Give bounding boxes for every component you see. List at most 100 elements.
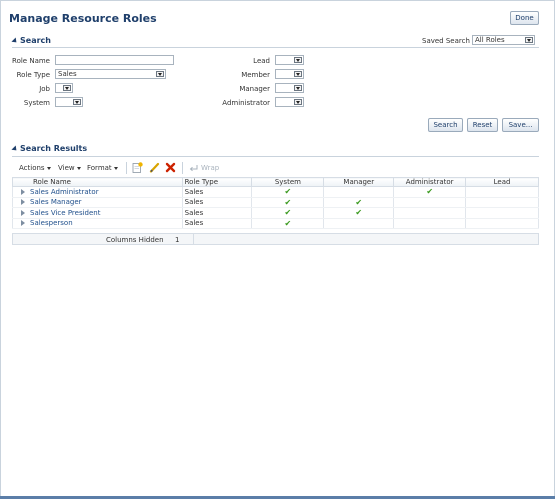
role-name-link[interactable]: Salesperson [30, 219, 73, 227]
expand-row-icon[interactable] [21, 220, 25, 227]
collapse-icon [11, 36, 19, 45]
toolbar-separator [182, 162, 183, 174]
manager-label: Manager [239, 85, 270, 93]
actions-menu[interactable]: Actions [19, 164, 51, 172]
check-icon: ✔ [284, 218, 292, 228]
wrap-button[interactable]: Wrap [189, 164, 219, 172]
lead-cell [465, 186, 539, 198]
system-label: System [23, 99, 50, 107]
chevron-down-icon [113, 166, 118, 170]
chevron-down-icon [294, 57, 302, 63]
role-name-cell[interactable]: Salesperson [12, 218, 183, 229]
check-icon: ✔ [426, 187, 434, 197]
member-label: Member [241, 71, 270, 79]
check-icon: ✔ [355, 197, 363, 207]
role-name-input[interactable] [55, 55, 174, 65]
columns-hidden-count: 1 [175, 236, 180, 244]
results-table-header: Role Name Role Type System Manager Admin… [12, 177, 539, 187]
administrator-cell [393, 207, 467, 219]
manager-select[interactable] [275, 83, 304, 93]
role-name-link[interactable]: Sales Vice President [30, 209, 100, 217]
chevron-down-icon [294, 85, 302, 91]
chevron-down-icon [294, 99, 302, 105]
search-button[interactable]: Search [428, 118, 463, 132]
delete-icon[interactable] [165, 162, 176, 173]
lead-select[interactable] [275, 55, 304, 65]
saved-search-label: Saved Search [422, 37, 470, 45]
save-search-button[interactable]: Save... [502, 118, 539, 132]
expand-row-icon[interactable] [21, 199, 25, 206]
role-type-select[interactable]: Sales [55, 69, 166, 79]
page-title: Manage Resource Roles [9, 12, 157, 25]
table-footer: Columns Hidden 1 [12, 233, 539, 245]
role-type-cell: Sales [181, 186, 253, 198]
search-section-title: Search [20, 36, 51, 45]
saved-search-select[interactable]: All Roles [472, 35, 535, 45]
manager-cell [323, 186, 395, 198]
system-cell: ✔ [251, 197, 325, 208]
format-menu[interactable]: Format [87, 164, 118, 172]
search-divider [12, 47, 539, 48]
chevron-down-icon [156, 71, 164, 77]
administrator-cell [393, 218, 467, 229]
role-type-label: Role Type [16, 71, 50, 79]
results-table-body: Sales Administrator Sales ✔ ✔ Sales Manager S… [12, 186, 539, 229]
create-icon[interactable] [132, 162, 143, 173]
expand-row-icon[interactable] [21, 209, 25, 216]
format-menu-label: Format [87, 164, 112, 172]
table-row[interactable]: Sales Administrator Sales ✔ ✔ [12, 186, 539, 198]
role-type-cell: Sales [181, 218, 253, 229]
view-menu-label: View [58, 164, 75, 172]
results-section-header[interactable]: Search Results [11, 144, 88, 153]
role-name-cell[interactable]: Sales Vice President [12, 207, 183, 219]
reset-button[interactable]: Reset [467, 118, 498, 132]
lead-cell [465, 218, 539, 229]
job-select[interactable] [55, 83, 73, 93]
role-name-link[interactable]: Sales Manager [30, 198, 82, 206]
search-section-header[interactable]: Search [11, 36, 51, 45]
toolbar-separator [126, 162, 127, 174]
job-label: Job [39, 85, 50, 93]
chevron-down-icon [294, 71, 302, 77]
column-header-administrator[interactable]: Administrator [393, 177, 467, 187]
column-header-manager[interactable]: Manager [323, 177, 395, 187]
table-row[interactable]: Salesperson Sales ✔ [12, 218, 539, 229]
administrator-cell [393, 197, 467, 208]
administrator-select[interactable] [275, 97, 304, 107]
lead-cell [465, 207, 539, 219]
actions-menu-label: Actions [19, 164, 45, 172]
role-name-cell[interactable]: Sales Administrator [12, 186, 183, 198]
administrator-cell: ✔ [393, 186, 467, 198]
column-header-lead[interactable]: Lead [465, 177, 539, 187]
chevron-down-icon [46, 166, 51, 170]
chevron-down-icon [525, 37, 533, 43]
check-icon: ✔ [355, 208, 363, 218]
role-name-link[interactable]: Sales Administrator [30, 188, 99, 196]
column-header-role-name[interactable]: Role Name [12, 177, 183, 187]
role-type-cell: Sales [181, 207, 253, 219]
system-cell: ✔ [251, 207, 325, 219]
system-select[interactable] [55, 97, 83, 107]
table-row[interactable]: Sales Vice President Sales ✔ ✔ [12, 207, 539, 219]
results-section-title: Search Results [20, 144, 88, 153]
done-button[interactable]: Done [510, 11, 539, 25]
check-icon: ✔ [284, 208, 292, 218]
chevron-down-icon [73, 99, 81, 105]
role-type-cell: Sales [181, 197, 253, 208]
column-header-role-type[interactable]: Role Type [181, 177, 253, 187]
check-icon: ✔ [284, 197, 292, 207]
table-row[interactable]: Sales Manager Sales ✔ ✔ [12, 197, 539, 208]
lead-cell [465, 197, 539, 208]
view-menu[interactable]: View [58, 164, 81, 172]
footer-separator [193, 234, 194, 244]
wrap-icon [189, 165, 198, 172]
column-header-system[interactable]: System [251, 177, 325, 187]
chevron-down-icon [63, 85, 71, 91]
expand-row-icon[interactable] [21, 188, 25, 195]
edit-icon[interactable] [149, 162, 160, 173]
member-select[interactable] [275, 69, 304, 79]
columns-hidden-label: Columns Hidden [106, 236, 164, 244]
check-icon: ✔ [284, 187, 292, 197]
role-name-cell[interactable]: Sales Manager [12, 197, 183, 208]
results-table: Role Name Role Type System Manager Admin… [12, 177, 539, 229]
